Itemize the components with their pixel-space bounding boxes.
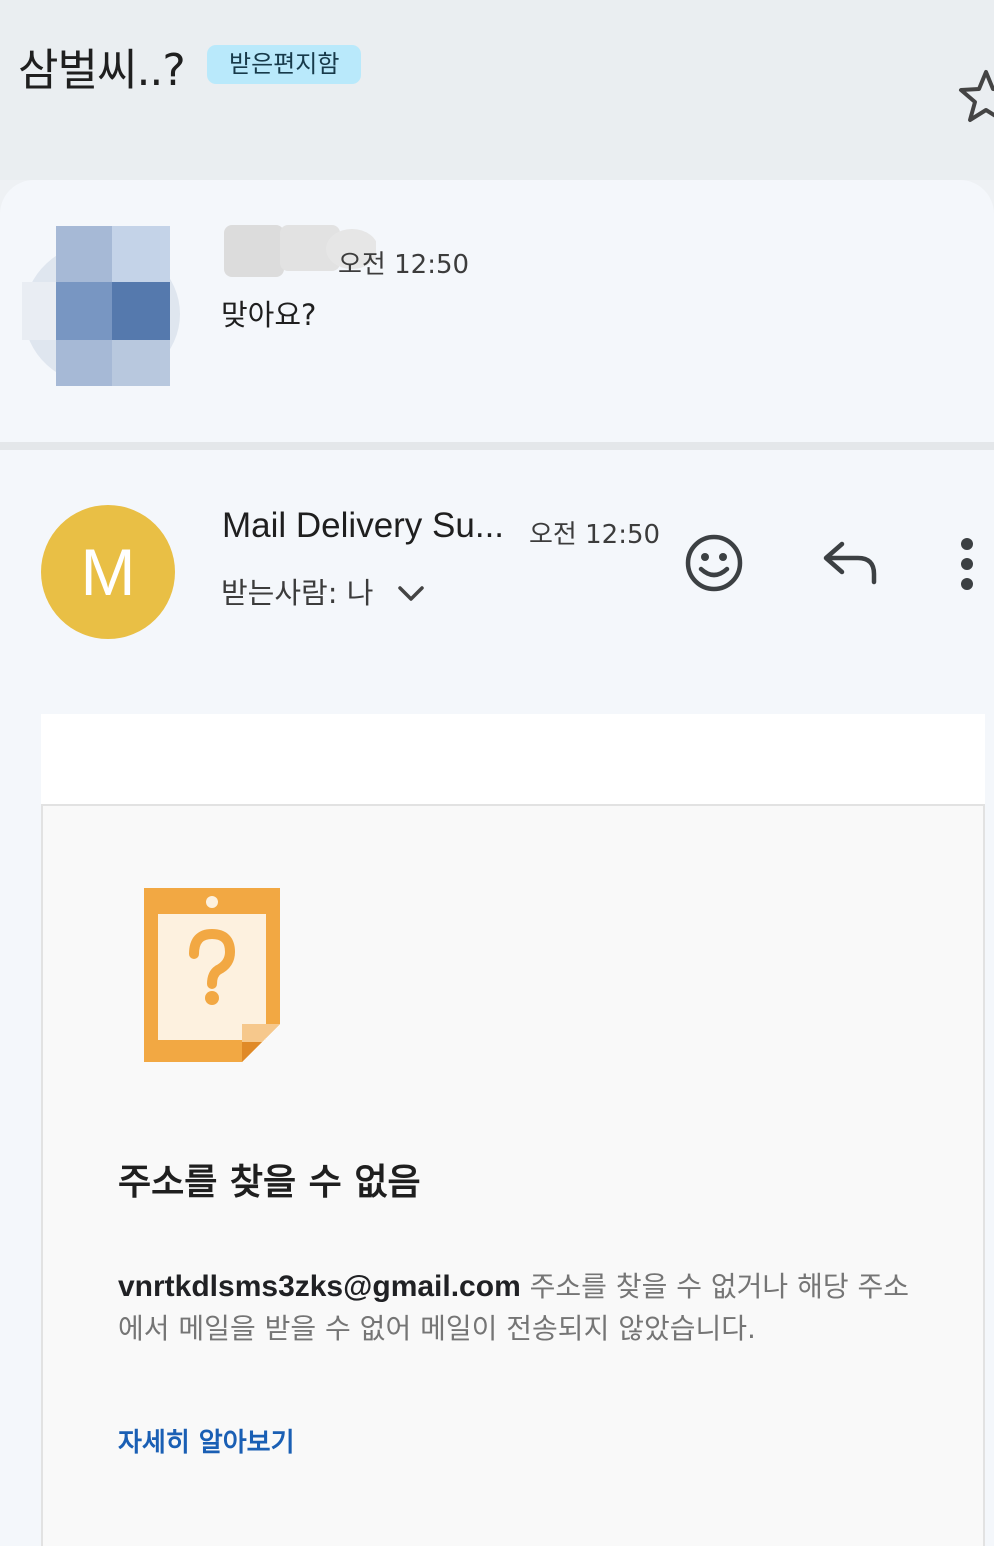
bounced-email-address: vnrtkdlsms3zks@gmail.com: [118, 1270, 521, 1303]
recipient-line[interactable]: 받는사람: 나: [221, 570, 373, 612]
sender-avatar-blurred: [22, 226, 180, 386]
thread-subject: 삼벌씨..?: [18, 45, 186, 96]
bounce-message: vnrtkdlsms3zks@gmail.com 주소를 찾을 수 없거나 해당…: [118, 1266, 918, 1350]
reply-icon[interactable]: [820, 536, 880, 590]
email-body-top: [41, 714, 985, 804]
emoji-reaction-icon[interactable]: [684, 533, 744, 593]
inbox-label-chip[interactable]: 받은편지함: [207, 45, 362, 84]
message-time: 오전 12:50: [338, 250, 470, 280]
question-document-icon: [144, 888, 280, 1062]
bounce-title: 주소를 찾을 수 없음: [118, 1162, 421, 1203]
message-snippet: 맞아요?: [221, 298, 317, 332]
more-options-icon[interactable]: [950, 536, 984, 592]
message-time: 오전 12:50: [529, 520, 661, 550]
sender-avatar[interactable]: M: [41, 505, 175, 639]
bounce-message-line1: 주소를 찾을 수 없거나 해당 주소: [520, 1270, 910, 1303]
learn-more-link[interactable]: 자세히 알아보기: [118, 1422, 295, 1459]
chevron-down-icon[interactable]: [396, 584, 426, 604]
message-divider: [0, 442, 994, 450]
star-icon[interactable]: [956, 68, 994, 124]
bounce-message-line2: 에서 메일을 받을 수 없어 메일이 전송되지 않았습니다.: [118, 1312, 756, 1345]
sender-name[interactable]: Mail Delivery Su...: [222, 506, 504, 546]
